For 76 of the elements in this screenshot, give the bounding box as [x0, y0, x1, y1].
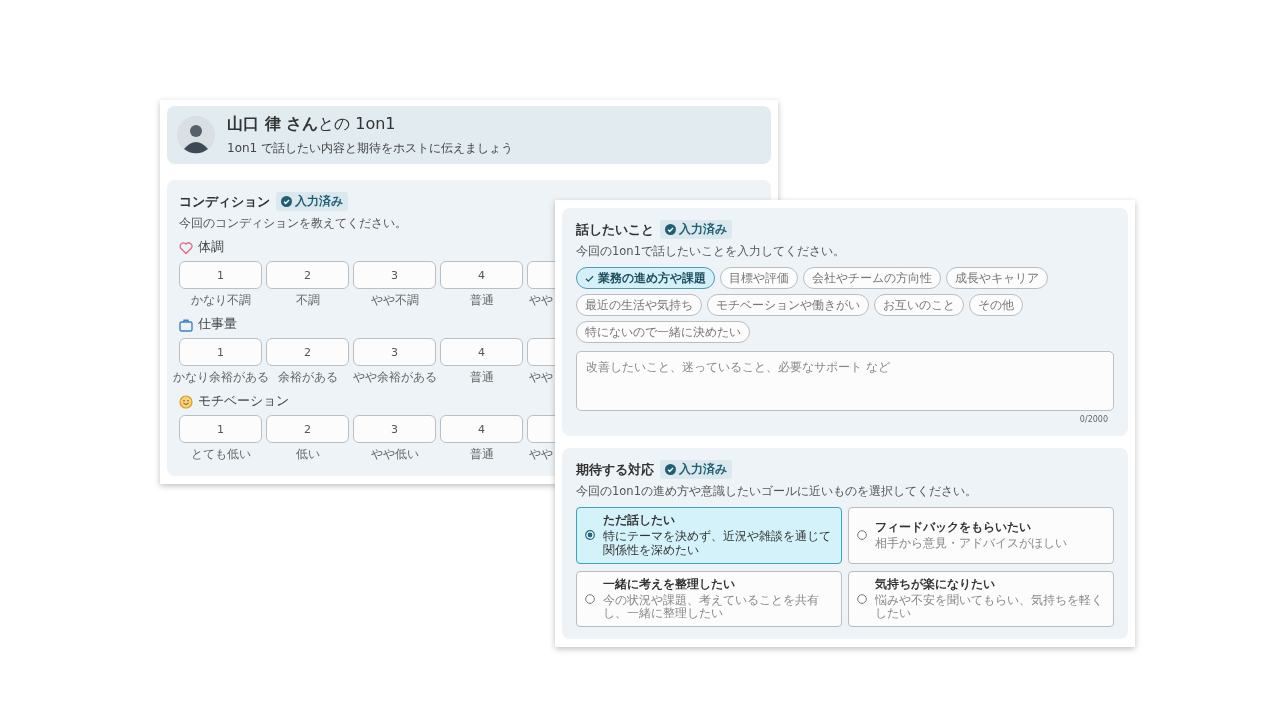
- section-title: 期待する対応: [576, 460, 654, 479]
- badge-label: 入力済み: [679, 462, 727, 477]
- section-title: コンディション: [179, 192, 270, 211]
- smiley-icon: [179, 394, 193, 409]
- option-description: 今の状況や課題、考えていることを共有し、一緒に整理したい: [603, 593, 820, 622]
- rating-button[interactable]: 3: [353, 261, 436, 289]
- rating-label: 普通: [469, 293, 494, 308]
- rating-label: やや余裕がある: [352, 370, 437, 385]
- radio-icon: [857, 530, 867, 541]
- topic-chip[interactable]: その他: [969, 294, 1023, 316]
- rating-label: 普通: [469, 370, 494, 385]
- rating-button[interactable]: 2: [266, 261, 349, 289]
- topic-chip[interactable]: 成長やキャリア: [946, 267, 1048, 289]
- rating-label: やや: [528, 370, 553, 385]
- radio-icon: [585, 530, 595, 541]
- rating-button[interactable]: 4: [440, 261, 523, 289]
- group-label: 仕事量: [198, 316, 237, 333]
- rating-label: やや: [528, 293, 553, 308]
- topic-chip[interactable]: お互いのこと: [874, 294, 964, 316]
- rating-label: とても低い: [190, 447, 251, 462]
- page-title: 山口 律 さんとの 1on1: [227, 113, 397, 135]
- rating-label: やや不調: [370, 293, 419, 308]
- option-title: 一緒に考えを整理したい: [603, 576, 736, 592]
- option-title: ただ話したい: [603, 513, 676, 528]
- rating-button[interactable]: 1: [179, 261, 262, 289]
- rating-label: 不調: [295, 293, 320, 308]
- rating-label: かなり不調: [190, 293, 251, 308]
- rating-label: やや低い: [370, 447, 419, 462]
- topic-chip[interactable]: 会社やチームの方向性: [803, 267, 941, 289]
- option-description: 悩みや不安を聞いてもらい、気持ちを軽くしたい: [875, 593, 1104, 622]
- group-label: 体調: [198, 239, 224, 256]
- rating-button[interactable]: 1: [179, 338, 262, 366]
- radio-icon: [585, 593, 595, 604]
- text-area-field[interactable]: 改善したいこと、迷っていること、必要なサポート など: [576, 351, 1114, 411]
- check-circle-icon: [665, 464, 676, 475]
- check-circle-icon: [665, 224, 676, 235]
- rating-label: 余裕がある: [277, 370, 338, 385]
- option-card[interactable]: 一緒に考えを整理したい 今の状況や課題、考えていることを共有し、一緒に整理したい: [576, 570, 842, 628]
- topic-chip[interactable]: 最近の生活や気持ち: [576, 294, 702, 316]
- rating-button[interactable]: 2: [266, 415, 349, 443]
- page-subtitle: 1on1 で話したい内容と期待をホストに伝えましょう: [227, 139, 514, 157]
- option-description: 特にテーマを決めず、近況や雑談を通じて関係性を深めたい: [603, 530, 832, 558]
- rating-button[interactable]: 2: [266, 338, 349, 366]
- rating-button[interactable]: 4: [440, 415, 523, 443]
- rating-label: 低い: [295, 447, 320, 462]
- option-description: 相手から意見・アドバイスがほしい: [875, 536, 1067, 551]
- option-title: 気持ちが楽になりたい: [875, 576, 996, 592]
- badge-label: 入力済み: [295, 194, 343, 209]
- group-label: モチベーション: [198, 393, 289, 410]
- topic-chip[interactable]: 業務の進め方や課題: [576, 267, 715, 289]
- option-card[interactable]: フィードバックをもらいたい 相手から意見・アドバイスがほしい: [848, 507, 1114, 564]
- badge-label: 入力済み: [679, 222, 727, 237]
- briefcase-icon: [179, 317, 193, 332]
- section-description: 今回の1on1の進め方や意識したいゴールに近いものを選択してください。: [576, 484, 977, 499]
- heart-icon: [179, 240, 193, 255]
- check-circle-icon: [281, 196, 292, 207]
- rating-button[interactable]: 1: [179, 415, 262, 443]
- rating-label: 普通: [469, 447, 494, 462]
- rating-button[interactable]: 4: [440, 338, 523, 366]
- check-icon: [585, 273, 594, 283]
- topic-chip[interactable]: モチベーションや働きがい: [707, 294, 869, 316]
- option-card[interactable]: 気持ちが楽になりたい 悩みや不安を聞いてもらい、気持ちを軽くしたい: [848, 570, 1114, 628]
- rating-button[interactable]: 3: [353, 338, 436, 366]
- topic-chip[interactable]: 目標や評価: [720, 267, 798, 289]
- avatar-icon: [177, 116, 215, 154]
- section-title: 話したいこと: [576, 220, 654, 239]
- topic-chip[interactable]: 特にないので一緒に決めたい: [576, 321, 750, 343]
- section-description: 今回のコンディションを教えてください。: [179, 216, 407, 231]
- rating-label: かなり余裕がある: [172, 370, 269, 385]
- section-description: 今回の1on1で話したいことを入力してください。: [576, 244, 845, 259]
- rating-button[interactable]: 3: [353, 415, 436, 443]
- rating-label: やや: [528, 447, 553, 462]
- radio-icon: [857, 593, 867, 604]
- character-counter: 0/2000: [1078, 415, 1109, 424]
- option-card[interactable]: ただ話したい 特にテーマを決めず、近況や雑談を通じて関係性を深めたい: [576, 507, 842, 564]
- option-title: フィードバックをもらいたい: [875, 519, 1032, 535]
